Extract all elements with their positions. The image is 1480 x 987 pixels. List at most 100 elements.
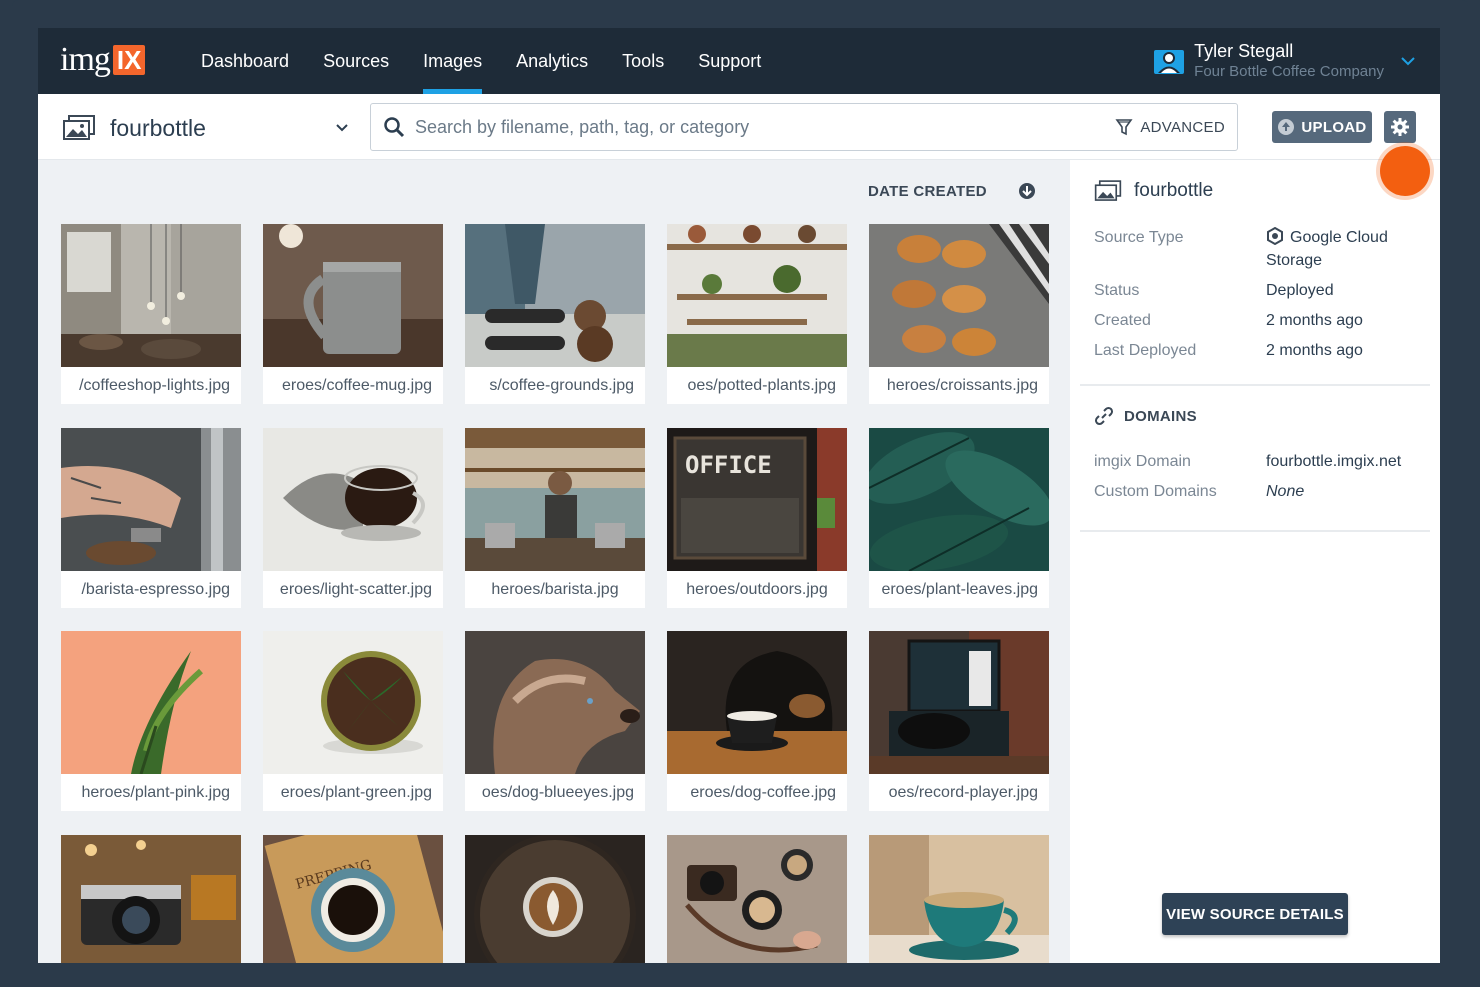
settings-button[interactable] bbox=[1384, 111, 1416, 143]
image-card-plant-green[interactable]: eroes/plant-green.jpg bbox=[263, 631, 443, 811]
image-filename: s/coffee-grounds.jpg bbox=[489, 377, 634, 394]
upload-button[interactable]: UPLOAD bbox=[1272, 111, 1372, 143]
image-card-plant-pink[interactable]: heroes/plant-pink.jpg bbox=[61, 631, 241, 811]
nav-images[interactable]: Images bbox=[423, 28, 483, 94]
image-card-cameras[interactable] bbox=[667, 835, 847, 963]
image-filename: eroes/plant-leaves.jpg bbox=[881, 581, 1038, 598]
prop-value: Google Cloud Storage bbox=[1266, 226, 1424, 272]
image-card-dog-blueeyes[interactable]: oes/dog-blueeyes.jpg bbox=[465, 631, 645, 811]
image-filename: heroes/barista.jpg bbox=[491, 581, 619, 598]
image-card-latte[interactable] bbox=[465, 835, 645, 963]
sort-control[interactable]: DATE CREATED bbox=[868, 182, 1036, 200]
gear-icon bbox=[1391, 118, 1409, 136]
main-nav: Dashboard Sources Images Analytics Tools… bbox=[184, 28, 778, 94]
filter-icon bbox=[1115, 119, 1133, 136]
prop-last-deployed: Last Deployed 2 months ago bbox=[1094, 339, 1424, 362]
divider bbox=[1080, 530, 1430, 532]
image-thumbnail bbox=[869, 224, 1049, 367]
panel-source-name: fourbottle bbox=[1134, 180, 1214, 201]
link-icon bbox=[1094, 406, 1114, 426]
advanced-search-button[interactable]: ADVANCED bbox=[1115, 118, 1225, 136]
image-filename: oes/dog-blueeyes.jpg bbox=[481, 784, 634, 801]
nav-dashboard[interactable]: Dashboard bbox=[201, 28, 289, 94]
source-name: fourbottle bbox=[110, 114, 206, 141]
advanced-label: ADVANCED bbox=[1140, 118, 1225, 136]
image-thumbnail bbox=[263, 224, 443, 367]
image-card-light-scatter[interactable]: eroes/light-scatter.jpg bbox=[263, 428, 443, 608]
image-thumbnail bbox=[667, 631, 847, 774]
image-thumbnail: PREPPING bbox=[263, 835, 443, 963]
source-type-value: Google Cloud Storage bbox=[1266, 229, 1388, 269]
prop-key: imgix Domain bbox=[1094, 453, 1191, 470]
image-card-dog-coffee[interactable]: eroes/dog-coffee.jpg bbox=[667, 631, 847, 811]
upload-label: UPLOAD bbox=[1301, 118, 1367, 136]
image-grid-area: DATE CREATED /coffeeshop-lights.jpg eroe… bbox=[38, 160, 1070, 963]
nav-analytics[interactable]: Analytics bbox=[516, 28, 588, 94]
nav-sources[interactable]: Sources bbox=[323, 28, 389, 94]
source-select[interactable]: fourbottle bbox=[62, 110, 350, 146]
search-input[interactable] bbox=[415, 116, 1116, 138]
image-thumbnail bbox=[667, 835, 847, 963]
nav-support[interactable]: Support bbox=[698, 28, 761, 94]
panel-title: fourbottle bbox=[1094, 180, 1213, 202]
image-card-prepping[interactable]: PREPPING bbox=[263, 835, 443, 963]
image-card-outdoors[interactable]: OFFICE heroes/outdoors.jpg bbox=[667, 428, 847, 608]
image-thumbnail bbox=[869, 631, 1049, 774]
image-filename: oes/record-player.jpg bbox=[888, 784, 1038, 801]
image-card-barista-espresso[interactable]: /barista-espresso.jpg bbox=[61, 428, 241, 608]
image-thumbnail bbox=[61, 835, 241, 963]
image-card-croissants[interactable]: heroes/croissants.jpg bbox=[869, 224, 1049, 404]
image-thumbnail bbox=[465, 631, 645, 774]
nav-tools[interactable]: Tools bbox=[622, 28, 664, 94]
image-filename: eroes/plant-green.jpg bbox=[280, 784, 432, 801]
prop-value: None bbox=[1266, 483, 1305, 500]
image-card-record-player[interactable]: oes/record-player.jpg bbox=[869, 631, 1049, 811]
view-source-details-button[interactable]: VIEW SOURCE DETAILS bbox=[1162, 893, 1348, 935]
logo-text: img bbox=[60, 41, 111, 78]
image-filename: heroes/plant-pink.jpg bbox=[81, 784, 230, 801]
google-cloud-icon bbox=[1267, 227, 1283, 245]
image-filename: eroes/dog-coffee.jpg bbox=[690, 784, 836, 801]
prop-imgix-domain: imgix Domain fourbottle.imgix.net bbox=[1094, 450, 1434, 473]
image-thumbnail bbox=[263, 428, 443, 571]
image-card-potted-plants[interactable]: oes/potted-plants.jpg bbox=[667, 224, 847, 404]
image-card-plant-leaves[interactable]: eroes/plant-leaves.jpg bbox=[869, 428, 1049, 608]
prop-value: 2 months ago bbox=[1266, 312, 1363, 329]
image-thumbnail bbox=[667, 224, 847, 367]
image-thumbnail bbox=[263, 631, 443, 774]
image-filename: oes/potted-plants.jpg bbox=[687, 377, 836, 394]
image-thumbnail bbox=[465, 224, 645, 367]
prop-value: Deployed bbox=[1266, 282, 1334, 299]
prop-key: Last Deployed bbox=[1094, 342, 1197, 359]
prop-created: Created 2 months ago bbox=[1094, 309, 1424, 332]
image-card-coffee-grounds[interactable]: s/coffee-grounds.jpg bbox=[465, 224, 645, 404]
prop-value[interactable]: fourbottle.imgix.net bbox=[1266, 450, 1434, 473]
chevron-down-icon[interactable] bbox=[1398, 51, 1418, 71]
domains-label: DOMAINS bbox=[1124, 407, 1197, 425]
image-thumbnail bbox=[869, 835, 1049, 963]
source-properties: Source Type Google Cloud Storage Status … bbox=[1094, 226, 1424, 369]
image-thumbnail bbox=[61, 631, 241, 774]
image-thumbnail bbox=[61, 224, 241, 367]
image-thumbnail bbox=[61, 428, 241, 571]
image-thumbnail bbox=[465, 835, 645, 963]
chevron-down-icon bbox=[336, 124, 348, 132]
image-card-barista[interactable]: heroes/barista.jpg bbox=[465, 428, 645, 608]
image-filename: heroes/outdoors.jpg bbox=[686, 581, 828, 598]
user-menu[interactable]: Tyler Stegall Four Bottle Coffee Company bbox=[1152, 38, 1418, 84]
domains-heading: DOMAINS bbox=[1094, 406, 1197, 426]
logo-box: IX bbox=[112, 45, 146, 75]
image-card-camera[interactable] bbox=[61, 835, 241, 963]
image-card-teal-cup[interactable] bbox=[869, 835, 1049, 963]
image-filename: /barista-espresso.jpg bbox=[81, 581, 230, 598]
image-card-coffeeshop-lights[interactable]: /coffeeshop-lights.jpg bbox=[61, 224, 241, 404]
prop-key: Custom Domains bbox=[1094, 483, 1217, 500]
imgix-logo[interactable]: img IX bbox=[60, 41, 146, 78]
image-card-coffee-mug[interactable]: eroes/coffee-mug.jpg bbox=[263, 224, 443, 404]
search-icon bbox=[384, 117, 405, 138]
prop-value: 2 months ago bbox=[1266, 342, 1363, 359]
image-filename: /coffeeshop-lights.jpg bbox=[79, 377, 230, 394]
user-name: Tyler Stegall bbox=[1194, 41, 1294, 61]
image-filename: eroes/light-scatter.jpg bbox=[279, 581, 432, 598]
image-filename: eroes/coffee-mug.jpg bbox=[281, 377, 432, 394]
